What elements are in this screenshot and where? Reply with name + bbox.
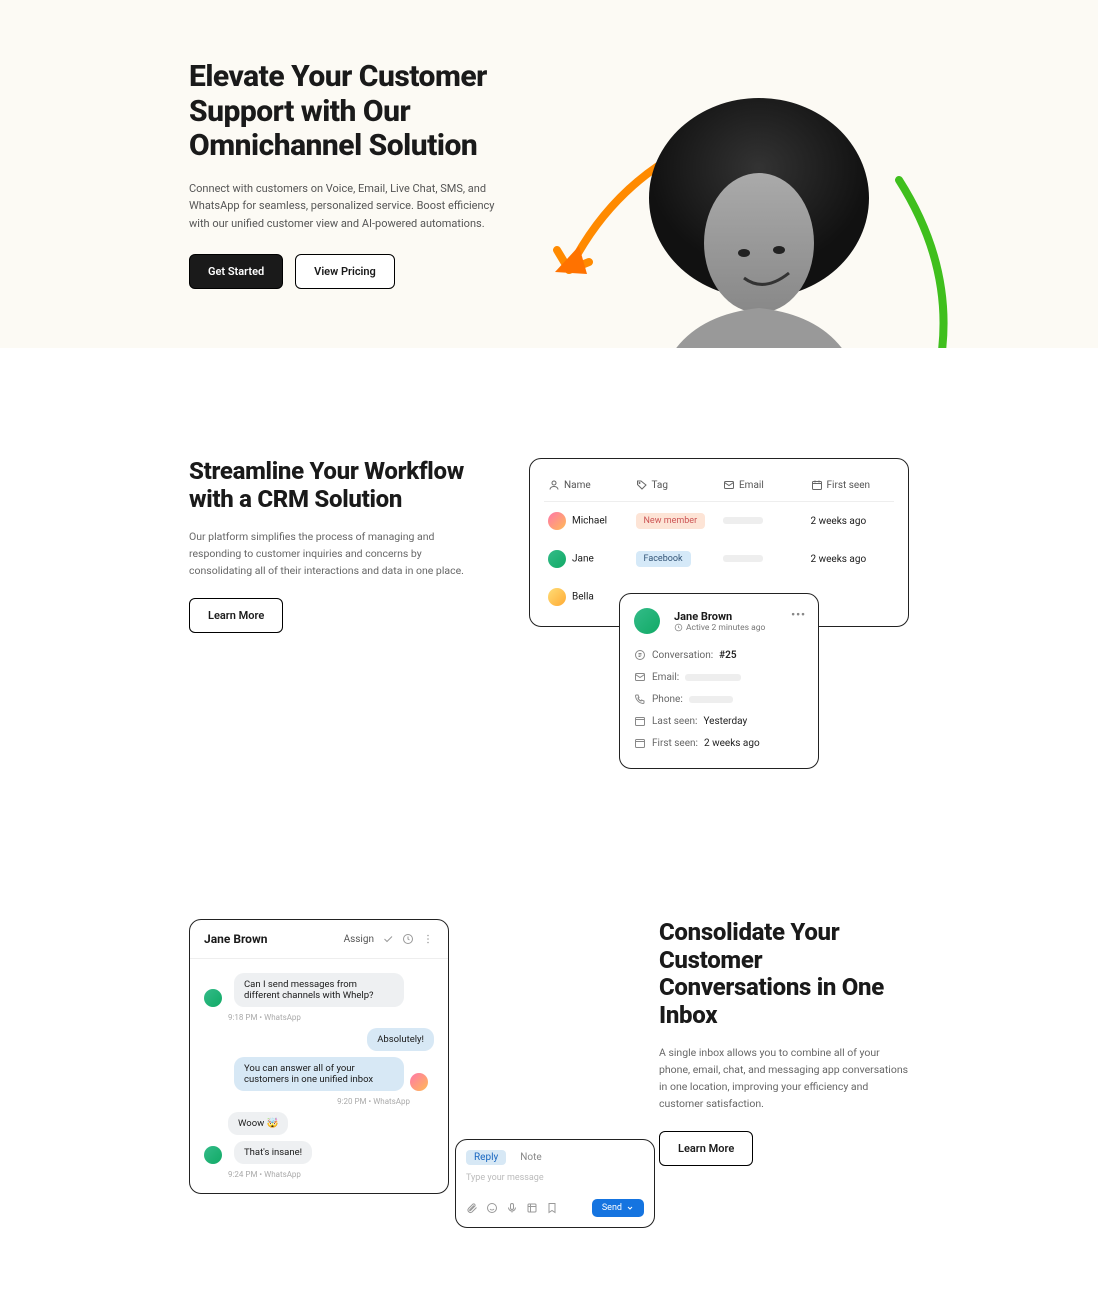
avatar	[204, 989, 222, 1007]
more-vertical-icon[interactable]	[422, 933, 434, 945]
detail-name: Jane Brown	[674, 610, 765, 623]
chat-title: Jane Brown	[204, 932, 268, 946]
timestamp: 9:20 PM • WhatsApp	[204, 1097, 410, 1106]
message-bubble: That's insane!	[234, 1141, 312, 1164]
crm-section: Streamline Your Workflow with a CRM Solu…	[0, 348, 1098, 879]
avatar	[204, 1146, 222, 1164]
compose-input[interactable]: Type your message	[466, 1173, 644, 1183]
hero-title: Elevate Your Customer Support with Our O…	[189, 60, 499, 164]
check-icon[interactable]	[382, 933, 394, 945]
attachment-icon[interactable]	[466, 1202, 478, 1214]
template-icon[interactable]	[526, 1202, 538, 1214]
emoji-icon[interactable]	[486, 1202, 498, 1214]
avatar	[634, 608, 660, 634]
get-started-button[interactable]: Get Started	[189, 254, 283, 289]
crm-title: Streamline Your Workflow with a CRM Solu…	[189, 458, 469, 513]
avatar	[410, 1073, 428, 1091]
column-first-seen: First seen	[811, 479, 891, 491]
column-email: Email	[723, 479, 803, 491]
hero-subtitle: Connect with customers on Voice, Email, …	[189, 180, 499, 233]
chat-card: Jane Brown Assign Can I send messages fr…	[189, 919, 449, 1194]
view-pricing-button[interactable]: View Pricing	[295, 254, 395, 289]
hero-section: Elevate Your Customer Support with Our O…	[0, 0, 1098, 348]
inbox-subtitle: A single inbox allows you to combine all…	[659, 1045, 909, 1112]
column-name: Name	[548, 479, 628, 491]
tab-note[interactable]: Note	[516, 1150, 545, 1165]
table-row[interactable]: Jane Facebook 2 weeks ago	[544, 540, 894, 578]
table-row[interactable]: Michael New member 2 weeks ago	[544, 502, 894, 540]
message-bubble: Absolutely!	[367, 1028, 434, 1051]
detail-status: Active 2 minutes ago	[674, 623, 765, 633]
hero-image	[529, 60, 989, 348]
bookmark-icon[interactable]	[546, 1202, 558, 1214]
more-icon[interactable]: •••	[791, 608, 806, 621]
message-bubble: Woow 🤯	[228, 1112, 288, 1135]
inbox-section: Jane Brown Assign Can I send messages fr…	[0, 879, 1098, 1304]
mic-icon[interactable]	[506, 1202, 518, 1214]
column-tag: Tag	[636, 479, 716, 491]
crm-learn-more-button[interactable]: Learn More	[189, 598, 283, 633]
contact-detail-card: ••• Jane Brown Active 2 minutes ago Conv…	[619, 593, 819, 769]
message-bubble: Can I send messages from different chann…	[234, 973, 404, 1007]
inbox-learn-more-button[interactable]: Learn More	[659, 1131, 753, 1166]
tab-reply[interactable]: Reply	[466, 1150, 506, 1165]
crm-subtitle: Our platform simplifies the process of m…	[189, 529, 469, 579]
clock-icon[interactable]	[402, 933, 414, 945]
inbox-title: Consolidate Your Customer Conversations …	[659, 919, 909, 1029]
timestamp: 9:24 PM • WhatsApp	[228, 1170, 434, 1179]
compose-card: Reply Note Type your message Send	[455, 1139, 655, 1228]
assign-button[interactable]: Assign	[344, 934, 374, 945]
message-bubble: You can answer all of your customers in …	[234, 1057, 404, 1091]
send-button[interactable]: Send	[592, 1199, 644, 1217]
timestamp: 9:18 PM • WhatsApp	[228, 1013, 434, 1022]
